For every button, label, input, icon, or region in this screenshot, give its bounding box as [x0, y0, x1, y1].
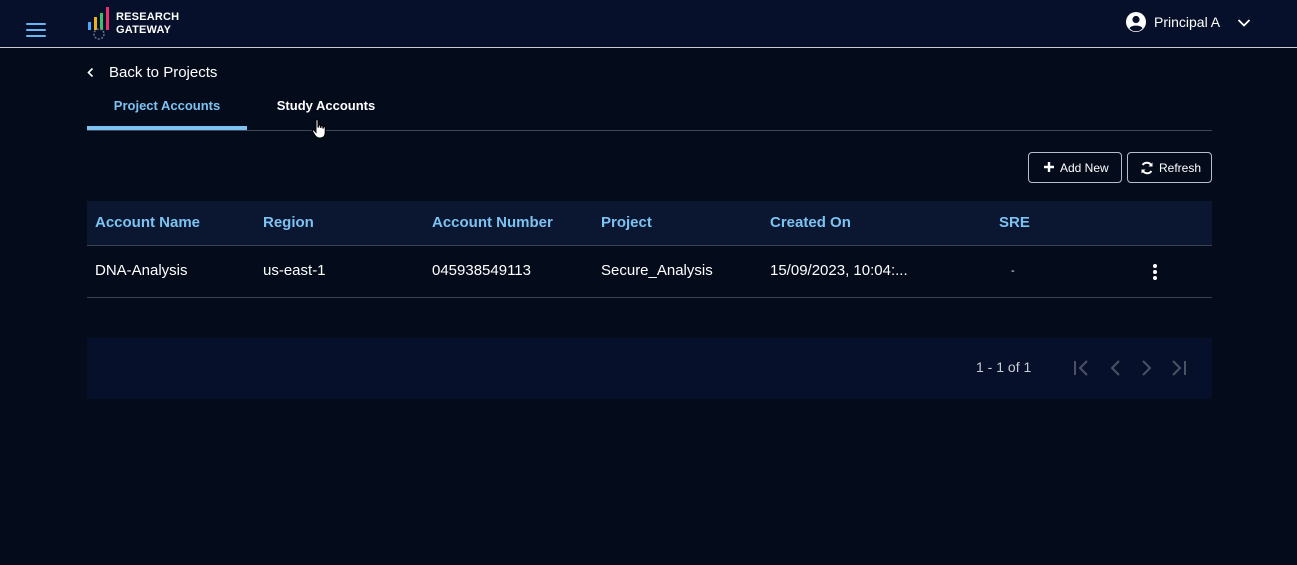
refresh-button[interactable]: Refresh [1127, 152, 1212, 183]
logo-mark-icon [88, 7, 109, 40]
plus-icon [1044, 162, 1054, 172]
refresh-icon [1141, 161, 1153, 175]
back-label: Back to Projects [109, 64, 218, 81]
page-range-label: 1 - 1 of 1 [976, 359, 1032, 375]
logo-line-2: GATEWAY [116, 23, 172, 36]
add-new-button[interactable]: Add New [1028, 152, 1122, 183]
chevron-left-icon [87, 67, 94, 78]
user-menu[interactable]: Principal A [1125, 10, 1255, 36]
user-name: Principal A [1154, 14, 1221, 30]
user-circle-icon [1126, 12, 1146, 32]
logo-text: RESEARCH GATEWAY [116, 11, 179, 36]
column-header-account-name[interactable]: Account Name [95, 214, 200, 231]
cell-account-number: 045938549113 [432, 262, 531, 279]
account-tabs: Project Accounts Study Accounts [87, 88, 1212, 131]
cell-account-name: DNA-Analysis [95, 262, 188, 279]
cell-region: us-east-1 [263, 262, 326, 279]
top-bar: RESEARCH GATEWAY Principal A [0, 0, 1297, 48]
logo-line-1: RESEARCH [116, 11, 180, 23]
table-row[interactable]: DNA-Analysis us-east-1 045938549113 Secu… [87, 246, 1212, 298]
column-header-region[interactable]: Region [263, 214, 314, 231]
cell-project: Secure_Analysis [601, 262, 713, 279]
prev-page-icon[interactable] [1105, 358, 1127, 378]
paginator: 1 - 1 of 1 [87, 338, 1212, 399]
first-page-icon[interactable] [1071, 358, 1093, 378]
accounts-table: Account Name Region Account Number Proje… [87, 201, 1212, 298]
table-header: Account Name Region Account Number Proje… [87, 201, 1212, 246]
refresh-label: Refresh [1159, 161, 1202, 175]
next-page-icon[interactable] [1135, 358, 1157, 378]
column-header-created-on[interactable]: Created On [770, 214, 851, 231]
app-logo[interactable]: RESEARCH GATEWAY [87, 6, 197, 42]
chevron-down-icon [1237, 19, 1251, 27]
hand-pointer-icon [311, 119, 326, 139]
cell-sre: - [1011, 265, 1015, 277]
more-vertical-icon[interactable] [1146, 262, 1164, 282]
add-new-label: Add New [1060, 161, 1109, 175]
column-header-project[interactable]: Project [601, 214, 652, 231]
menu-icon[interactable] [26, 23, 46, 37]
last-page-icon[interactable] [1167, 358, 1189, 378]
column-header-account-number[interactable]: Account Number [432, 214, 553, 231]
cell-created-on: 15/09/2023, 10:04:... [770, 262, 908, 279]
back-to-projects-link[interactable]: Back to Projects [86, 62, 236, 84]
tab-project-accounts[interactable]: Project Accounts [87, 88, 247, 130]
column-header-sre[interactable]: SRE [999, 214, 1030, 231]
